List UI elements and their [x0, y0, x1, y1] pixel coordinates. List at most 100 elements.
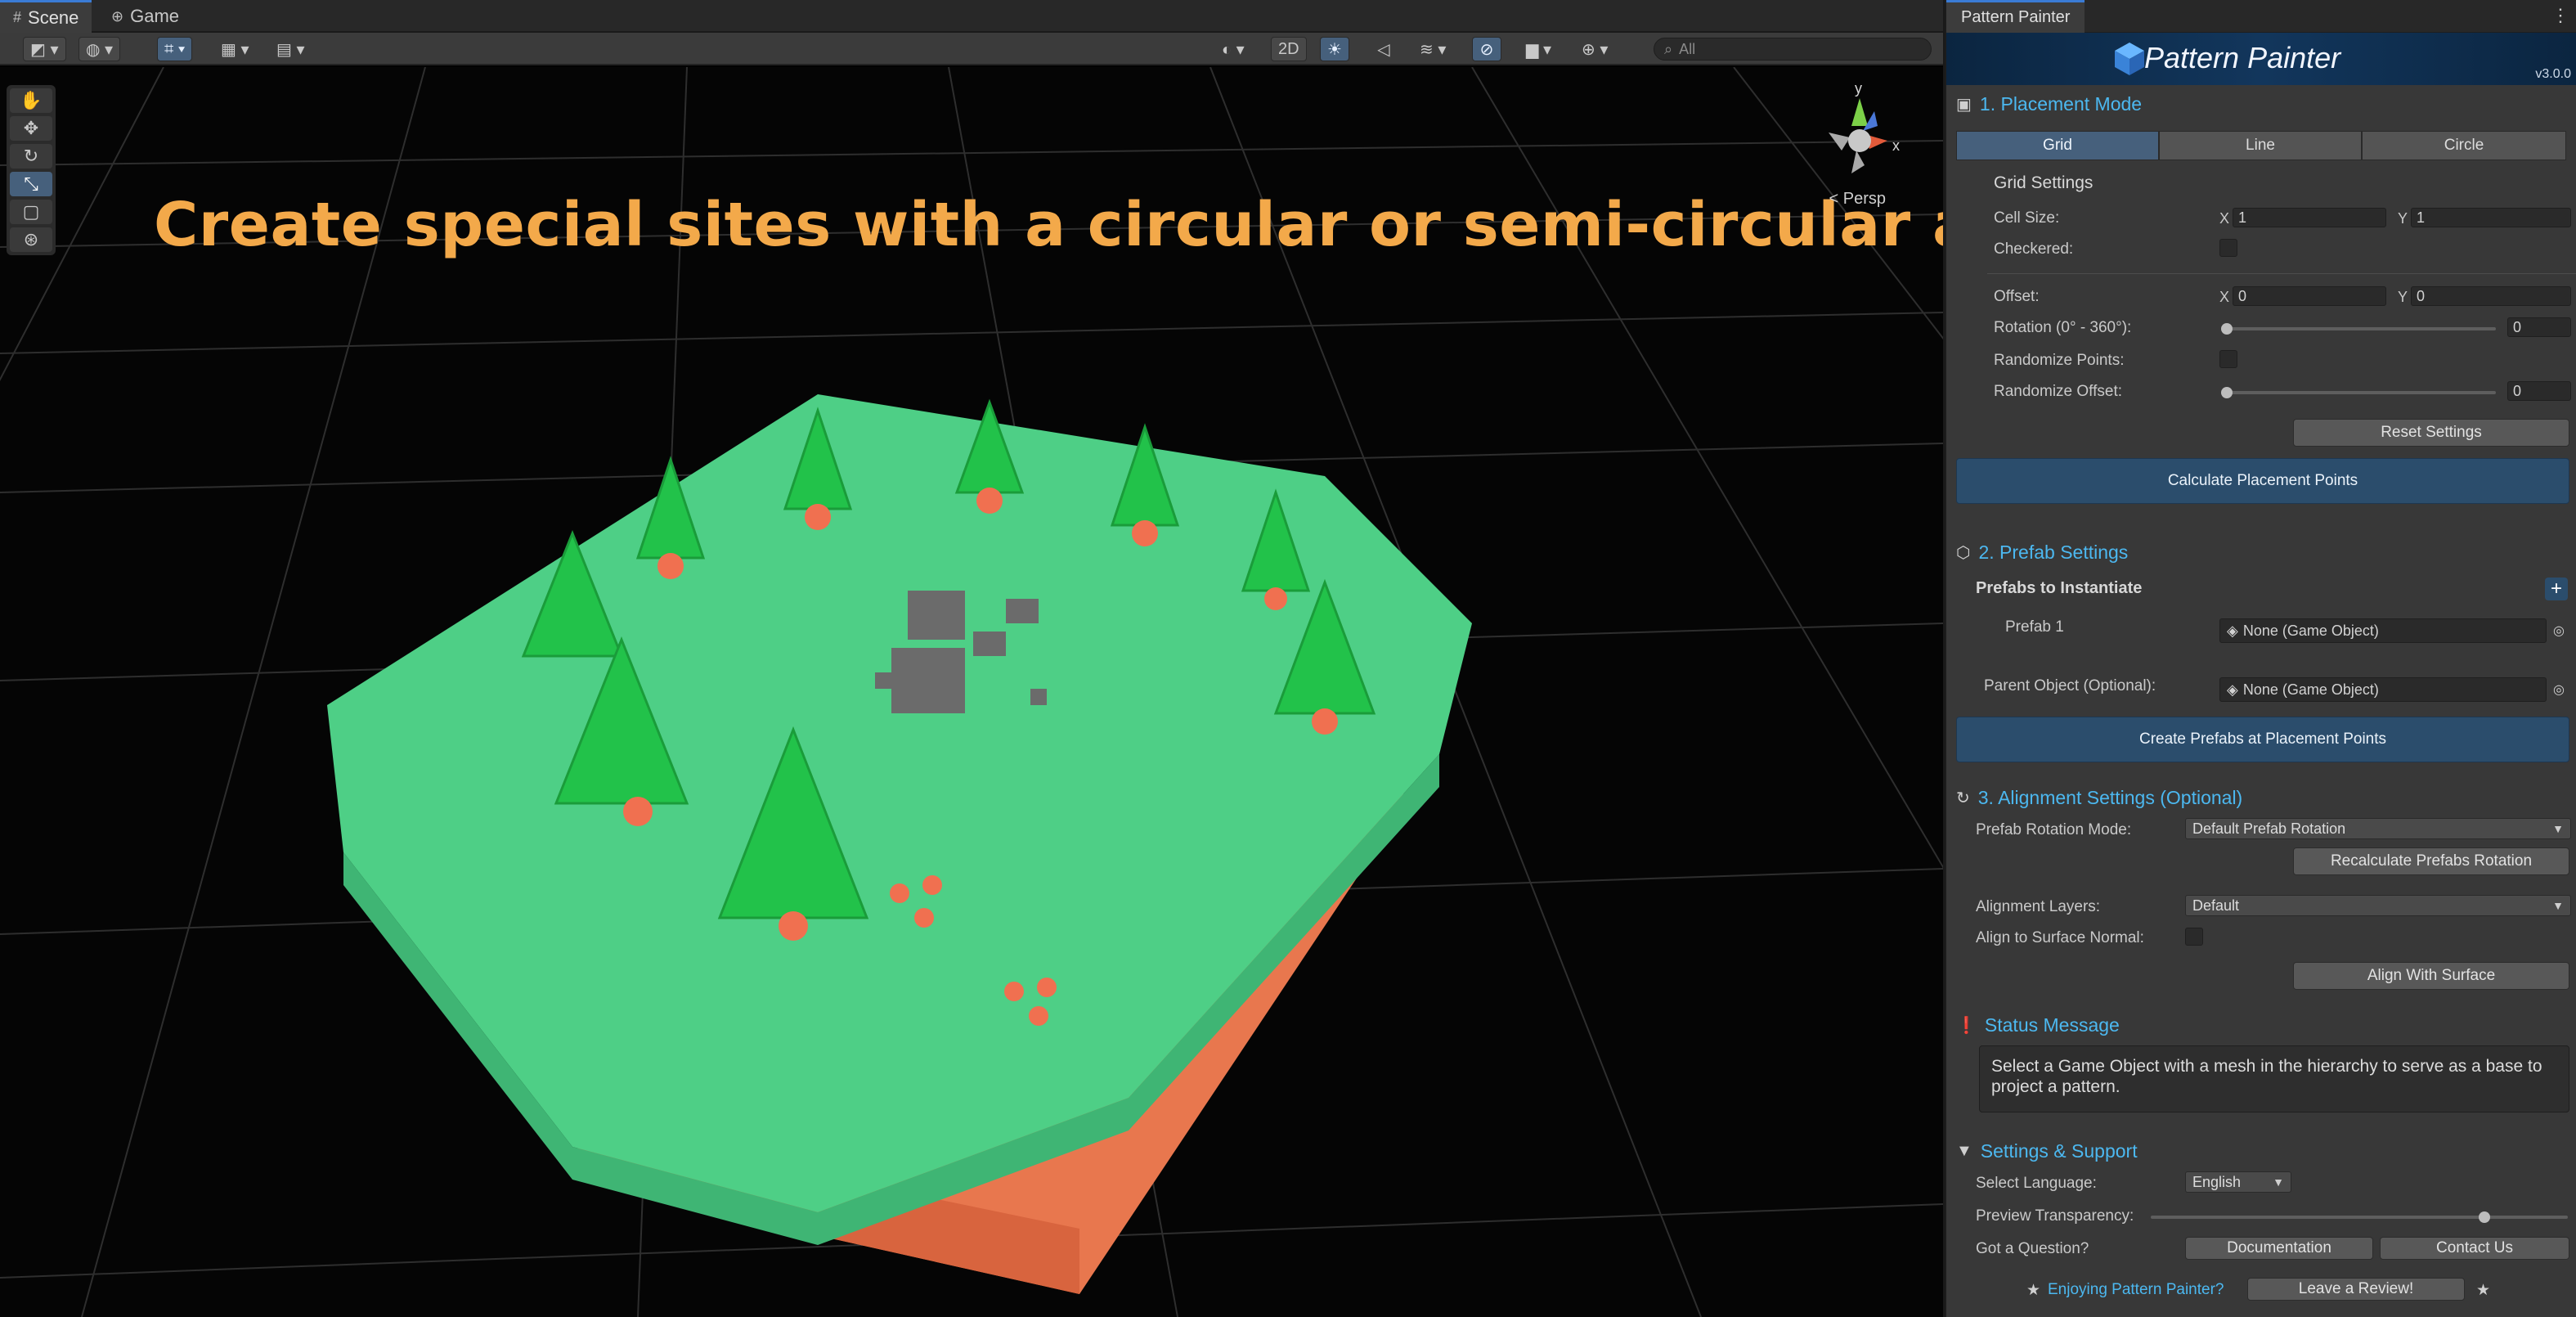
effects-dropdown[interactable]: ≋ ▾: [1413, 37, 1452, 61]
status-message-title: Status Message: [1984, 1014, 2120, 1036]
scene-toolbar: ◩ ▾ ◍ ▾ ⌗ ▾ ▦ ▾ ▤ ▾ ◐ ▾ 2D ☀ ◁ ≋ ▾ ⊘ ▆ ▾…: [0, 33, 1943, 65]
kebab-menu-icon[interactable]: ⋮: [2551, 5, 2569, 26]
scene-view[interactable]: # Scene ⊕ Game ◩ ▾ ◍ ▾ ⌗ ▾ ▦ ▾ ▤ ▾ ◐ ▾ 2…: [0, 0, 1943, 1317]
camera-dropdown[interactable]: ▆ ▾: [1519, 37, 1558, 61]
scene-tabbar: # Scene ⊕ Game: [0, 0, 1943, 33]
search-icon: ⌕: [1664, 40, 1673, 57]
calculate-placement-points-button[interactable]: Calculate Placement Points: [1956, 458, 2569, 504]
rotation-label: Rotation (0° - 360°):: [1994, 319, 2132, 336]
banner-title: Pattern Painter: [2144, 41, 2341, 74]
add-prefab-button[interactable]: +: [2545, 578, 2568, 600]
scale-icon: ⤡: [24, 173, 38, 194]
prefabs-to-instantiate-label: Prefabs to Instantiate: [1976, 579, 2143, 597]
global-local-dropdown[interactable]: ◍ ▾: [79, 37, 121, 61]
grid-snap-toggle[interactable]: ⌗ ▾: [157, 37, 193, 61]
cell-size-y-input[interactable]: 1: [2411, 208, 2571, 227]
tab-scene[interactable]: # Scene: [0, 0, 92, 33]
game-object-icon: ◈: [2227, 681, 2238, 698]
checkered-label: Checkered:: [1994, 240, 2074, 258]
got-a-question-label: Got a Question?: [1976, 1240, 2089, 1257]
randomize-offset-input[interactable]: 0: [2507, 381, 2571, 401]
preview-transparency-label: Preview Transparency:: [1976, 1207, 2134, 1225]
object-picker-icon[interactable]: ◎: [2548, 679, 2569, 700]
offset-y-input[interactable]: 0: [2411, 286, 2571, 306]
documentation-button[interactable]: Documentation: [2185, 1237, 2373, 1260]
gizmos-dropdown[interactable]: ⊕ ▾: [1575, 37, 1614, 61]
audio-toggle[interactable]: ◁: [1369, 37, 1398, 61]
placement-mode-header[interactable]: ▣ 1. Placement Mode: [1956, 93, 2142, 115]
preview-transparency-slider[interactable]: [2151, 1216, 2568, 1219]
draw-mode-dropdown[interactable]: ◩ ▾: [23, 37, 66, 61]
rotate-tool-button[interactable]: ↻: [10, 144, 52, 169]
randomize-offset-slider[interactable]: [2226, 391, 2496, 394]
tab-game[interactable]: ⊕ Game: [98, 0, 192, 33]
align-with-surface-button[interactable]: Align With Surface: [2293, 962, 2569, 990]
game-object-icon: ◈: [2227, 622, 2238, 639]
chevron-down-icon: ▼: [2273, 1175, 2284, 1189]
offset-label: Offset:: [1994, 288, 2040, 305]
scene-search-input[interactable]: ⌕ All: [1654, 38, 1932, 61]
lighting-toggle[interactable]: ☀: [1320, 37, 1349, 61]
surface-normal-checkbox[interactable]: [2185, 928, 2203, 946]
tab-pattern-painter[interactable]: Pattern Painter: [1946, 0, 2085, 33]
transform-tool-button[interactable]: ⊛: [10, 227, 52, 252]
gizmo-x-label: x: [1892, 137, 1900, 154]
rotation-input[interactable]: 0: [2507, 317, 2571, 337]
checkered-checkbox[interactable]: [2219, 239, 2237, 257]
rotate-icon: ↻: [23, 146, 39, 166]
alignment-settings-header[interactable]: ↻ 3. Alignment Settings (Optional): [1956, 787, 2242, 809]
alignment-settings-title: 3. Alignment Settings (Optional): [1977, 787, 2243, 808]
leave-review-button[interactable]: Leave a Review!: [2247, 1278, 2465, 1301]
projection-label[interactable]: < Persp: [1829, 190, 1886, 209]
parent-object-field[interactable]: ◈ None (Game Object): [2219, 677, 2547, 702]
layers-icon: ≋ ▾: [1420, 40, 1447, 59]
alignment-layers-dropdown[interactable]: Default ▼: [2185, 895, 2571, 916]
alert-icon: ❗: [1956, 1017, 1977, 1035]
banner: Pattern Painter v3.0.0: [1946, 33, 2576, 85]
prefab-settings-header[interactable]: ⬡ 2. Prefab Settings: [1956, 542, 2128, 564]
grid-visibility-dropdown[interactable]: ▦ ▾: [214, 37, 256, 61]
rotation-slider-handle[interactable]: [2221, 323, 2233, 335]
camera-icon: ▆ ▾: [1526, 40, 1551, 59]
randomize-offset-slider-handle[interactable]: [2221, 387, 2233, 398]
preview-transparency-handle[interactable]: [2479, 1211, 2490, 1223]
increment-snap-dropdown[interactable]: ▤ ▾: [270, 37, 312, 61]
orientation-gizmo[interactable]: y x: [1796, 75, 1910, 198]
mode-2d-toggle[interactable]: 2D: [1271, 37, 1307, 61]
globe-icon: ◍ ▾: [86, 40, 114, 59]
rotation-slider[interactable]: [2226, 327, 2496, 330]
offset-x-input[interactable]: 0: [2233, 286, 2386, 306]
move-icon: ✥: [23, 118, 39, 138]
language-value: English: [2192, 1173, 2242, 1190]
mode-grid-button[interactable]: Grid: [1956, 131, 2159, 160]
prefab-1-field[interactable]: ◈ None (Game Object): [2219, 618, 2547, 643]
create-prefabs-button[interactable]: Create Prefabs at Placement Points: [1956, 717, 2569, 762]
offset-y-axis: Y: [2398, 289, 2408, 305]
rect-tool-button[interactable]: ▢: [10, 200, 52, 224]
contact-us-button[interactable]: Contact Us: [2380, 1237, 2569, 1260]
cell-size-x-input[interactable]: 1: [2233, 208, 2386, 227]
tab-scene-label: Scene: [28, 7, 79, 28]
alignment-layers-value: Default: [2192, 897, 2240, 914]
triangle-down-icon: ▼: [1956, 1142, 1972, 1160]
object-picker-icon[interactable]: ◎: [2548, 620, 2569, 641]
parent-object-value: None (Game Object): [2242, 681, 2379, 698]
reset-settings-button[interactable]: Reset Settings: [2293, 419, 2569, 447]
search-placeholder: All: [1679, 40, 1696, 57]
rotation-mode-dropdown[interactable]: Default Prefab Rotation ▼: [2185, 818, 2571, 839]
prefab-1-label: Prefab 1: [2005, 618, 2064, 636]
hand-tool-button[interactable]: ✋: [10, 88, 52, 113]
randomize-points-label: Randomize Points:: [1994, 352, 2125, 369]
settings-support-header[interactable]: ▼ Settings & Support: [1956, 1140, 2138, 1162]
scene-viewport[interactable]: ✋ ✥ ↻ ⤡ ▢ ⊛ Create special sites with a …: [0, 67, 1943, 1317]
render-mode-dropdown[interactable]: ◐ ▾: [1215, 37, 1251, 61]
move-tool-button[interactable]: ✥: [10, 116, 52, 141]
recalculate-rotation-button[interactable]: Recalculate Prefabs Rotation: [2293, 847, 2569, 875]
mode-circle-button[interactable]: Circle: [2362, 131, 2566, 160]
scene-visibility-toggle[interactable]: ⊘: [1472, 37, 1501, 61]
mode-line-button[interactable]: Line: [2159, 131, 2362, 160]
randomize-points-checkbox[interactable]: [2219, 350, 2237, 368]
scale-tool-button[interactable]: ⤡: [10, 172, 52, 196]
star-icon: ★: [2026, 1282, 2041, 1299]
language-dropdown[interactable]: English ▼: [2185, 1171, 2291, 1193]
